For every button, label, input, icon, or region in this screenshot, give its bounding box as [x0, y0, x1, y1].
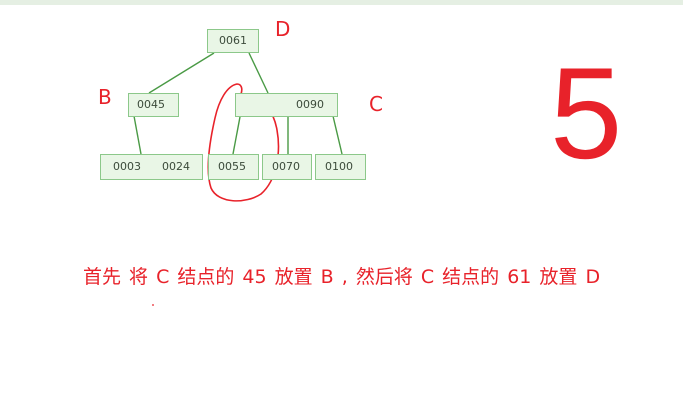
- caption-text: 首先 将 C 结点的 45 放置 B , 然后将 C 结点的 61 放置 D: [83, 266, 601, 288]
- node-key: 0024: [162, 160, 190, 173]
- label-d: D: [275, 17, 291, 41]
- edge-left-leaf1: [133, 115, 142, 155]
- node-key: 0090: [296, 98, 324, 111]
- label-c: C: [369, 92, 383, 116]
- root-node: 0061: [207, 29, 259, 53]
- node-key: 0045: [137, 98, 165, 111]
- edge-right-leaf4: [332, 115, 343, 155]
- node-b: 0045: [128, 93, 179, 117]
- stray-dot: [152, 304, 154, 306]
- step-number: 5: [550, 40, 623, 186]
- leaf-node: 0003 0024: [100, 154, 203, 180]
- node-c: 0090: [235, 93, 338, 117]
- node-key: 0055: [218, 160, 246, 173]
- slide: 0061 0045 0090 0003 0024 0055 0070 0100 …: [0, 0, 683, 417]
- node-key: 0100: [325, 160, 353, 173]
- node-key: 0070: [272, 160, 300, 173]
- edge-root-left: [148, 52, 215, 94]
- leaf-node: 0100: [315, 154, 366, 180]
- label-b: B: [98, 85, 112, 109]
- leaf-node: 0055: [208, 154, 259, 180]
- node-key: 0003: [113, 160, 141, 173]
- leaf-node: 0070: [262, 154, 312, 180]
- node-key: 0061: [219, 34, 247, 47]
- edge-root-right: [248, 52, 269, 94]
